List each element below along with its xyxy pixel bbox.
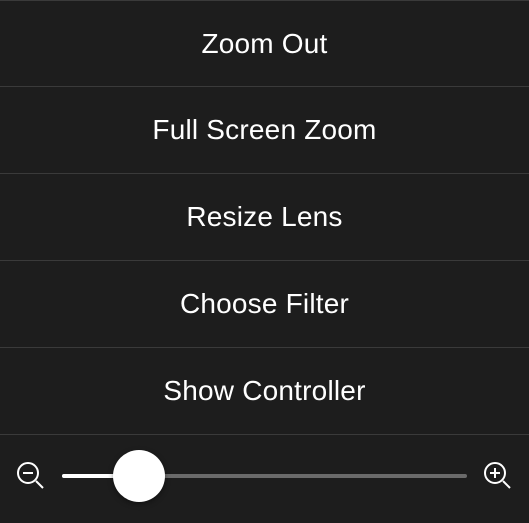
menu-item-label: Zoom Out — [201, 28, 327, 60]
zoom-out-button[interactable] — [14, 459, 48, 493]
menu-item-show-controller[interactable]: Show Controller — [0, 348, 529, 435]
zoom-slider[interactable] — [62, 450, 467, 502]
menu-item-full-screen-zoom[interactable]: Full Screen Zoom — [0, 87, 529, 174]
zoom-out-icon — [15, 460, 47, 492]
zoom-in-button[interactable] — [481, 459, 515, 493]
zoom-slider-row — [0, 435, 529, 523]
zoom-menu: Zoom Out Full Screen Zoom Resize Lens Ch… — [0, 0, 529, 523]
menu-item-label: Show Controller — [163, 375, 365, 407]
zoom-in-icon — [482, 460, 514, 492]
menu-item-resize-lens[interactable]: Resize Lens — [0, 174, 529, 261]
slider-thumb[interactable] — [113, 450, 165, 502]
menu-item-label: Full Screen Zoom — [152, 114, 376, 146]
menu-item-zoom-out[interactable]: Zoom Out — [0, 0, 529, 87]
menu-item-choose-filter[interactable]: Choose Filter — [0, 261, 529, 348]
menu-item-label: Resize Lens — [186, 201, 342, 233]
menu-item-label: Choose Filter — [180, 288, 349, 320]
